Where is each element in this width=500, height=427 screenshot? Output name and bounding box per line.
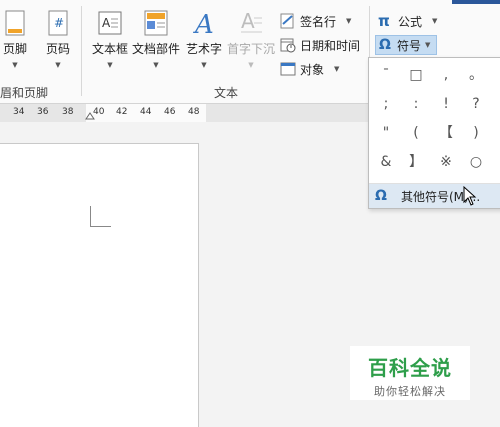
footer-icon <box>3 10 27 36</box>
document-page[interactable] <box>0 143 199 427</box>
pi-icon: π <box>378 12 390 30</box>
watermark-subtitle: 助你轻松解决 <box>374 385 446 398</box>
indent-marker-icon[interactable] <box>85 108 95 120</box>
chevron-down-icon: ▼ <box>153 61 159 69</box>
watermark-logo: 百科全说 助你轻松解决 <box>350 346 470 400</box>
quick-parts-label: 文档部件 <box>131 42 180 56</box>
textbox-button[interactable]: A 文本框 ▼ <box>89 10 131 69</box>
svg-text:A: A <box>241 10 255 33</box>
more-symbols-item[interactable]: Ω 其他符号(M)... <box>369 183 500 208</box>
symbol-cell[interactable]: ( <box>403 120 429 146</box>
chevron-down-icon: ▼ <box>55 61 61 69</box>
symbol-cell[interactable]: ? <box>463 91 489 117</box>
ruler-tick: 36 <box>37 107 49 117</box>
drop-cap-button[interactable]: A 首字下沉 ▼ <box>226 9 276 69</box>
wordart-button[interactable]: A 艺术字 ▼ <box>184 10 224 69</box>
watermark-title: 百科全说 <box>368 356 452 380</box>
symbol-cell[interactable]: & <box>373 149 399 175</box>
symbol-cell[interactable]: , <box>433 62 459 88</box>
signature-line-button[interactable]: 签名行 ▼ <box>280 11 351 31</box>
margin-corner-marker <box>90 206 111 227</box>
chevron-down-icon: ▼ <box>248 61 254 69</box>
signature-label: 签名行 <box>300 14 337 29</box>
ruler-tick: 34 <box>13 107 25 117</box>
chevron-down-icon: ▼ <box>12 61 18 69</box>
footer-button[interactable]: 页脚 ▼ <box>0 10 32 69</box>
page-number-label: 页码 <box>45 42 70 56</box>
wordart-icon: A <box>192 10 216 40</box>
date-time-label: 日期和时间 <box>300 38 361 53</box>
page-number-icon: # <box>46 10 70 36</box>
group-label-text: 文本 <box>214 86 239 100</box>
object-icon <box>280 61 296 77</box>
signature-icon <box>280 13 296 29</box>
svg-text:A: A <box>102 16 111 30</box>
quick-parts-icon <box>144 10 168 36</box>
drop-cap-label: 首字下沉 <box>226 42 275 56</box>
equation-button[interactable]: π 公式 ▼ <box>378 11 437 31</box>
ruler-tick: 48 <box>188 107 200 117</box>
symbol-cell[interactable]: : <box>403 91 429 117</box>
mouse-cursor-icon <box>463 186 477 206</box>
symbol-cell[interactable]: 【 <box>433 120 459 146</box>
object-button[interactable]: 对象 ▼ <box>280 59 339 79</box>
symbol-cell[interactable]: " <box>373 120 399 146</box>
ruler-tick: 42 <box>116 107 128 117</box>
equation-label: 公式 <box>398 14 423 29</box>
calendar-clock-icon <box>280 37 296 53</box>
textbox-icon: A <box>98 10 122 36</box>
chevron-down-icon: ▼ <box>201 61 207 69</box>
svg-text:#: # <box>54 16 64 30</box>
footer-label: 页脚 <box>2 42 27 56</box>
quick-parts-button[interactable]: 文档部件 ▼ <box>131 10 181 69</box>
omega-icon: Ω <box>379 37 391 53</box>
symbol-dropdown-menu: ¯ □,。;:!? "(【) &】 ※ ○ Ω 其他符号(M)... <box>368 57 500 209</box>
symbol-label: 符号 <box>397 38 422 53</box>
group-label-header-footer: 眉和页脚 <box>0 86 49 100</box>
chevron-down-icon: ▼ <box>334 65 340 73</box>
chevron-down-icon: ▼ <box>346 17 352 25</box>
symbol-cell[interactable]: ¯ <box>373 62 399 88</box>
drop-cap-icon: A <box>239 9 263 36</box>
title-bar-edge <box>452 0 500 4</box>
symbol-cell[interactable]: ! <box>433 91 459 117</box>
ruler-tick: 44 <box>140 107 152 117</box>
chevron-down-icon: ▼ <box>432 17 438 25</box>
object-label: 对象 <box>300 62 325 77</box>
symbol-cell[interactable]: ) <box>463 120 489 146</box>
chevron-down-icon: ▼ <box>425 41 431 49</box>
symbol-cell[interactable]: 】 <box>403 149 429 175</box>
textbox-label: 文本框 <box>91 42 128 56</box>
omega-icon: Ω <box>375 188 387 204</box>
symbol-button[interactable]: Ω 符号 ▼ <box>375 35 437 55</box>
page-number-button[interactable]: # 页码 ▼ <box>41 10 75 69</box>
date-time-button[interactable]: 日期和时间 <box>280 35 360 55</box>
wordart-label: 艺术字 <box>185 42 222 56</box>
svg-text:A: A <box>193 10 214 36</box>
symbol-cell[interactable]: 。 <box>463 62 489 88</box>
chevron-down-icon: ▼ <box>107 61 113 69</box>
group-divider <box>81 6 82 96</box>
ruler-tick: 46 <box>164 107 176 117</box>
symbol-cell[interactable]: ; <box>373 91 399 117</box>
ruler-tick: 38 <box>62 107 74 117</box>
symbol-cell[interactable]: ○ <box>463 149 489 175</box>
symbol-cell[interactable]: □ <box>403 62 429 88</box>
symbol-cell[interactable]: ※ <box>433 149 459 175</box>
